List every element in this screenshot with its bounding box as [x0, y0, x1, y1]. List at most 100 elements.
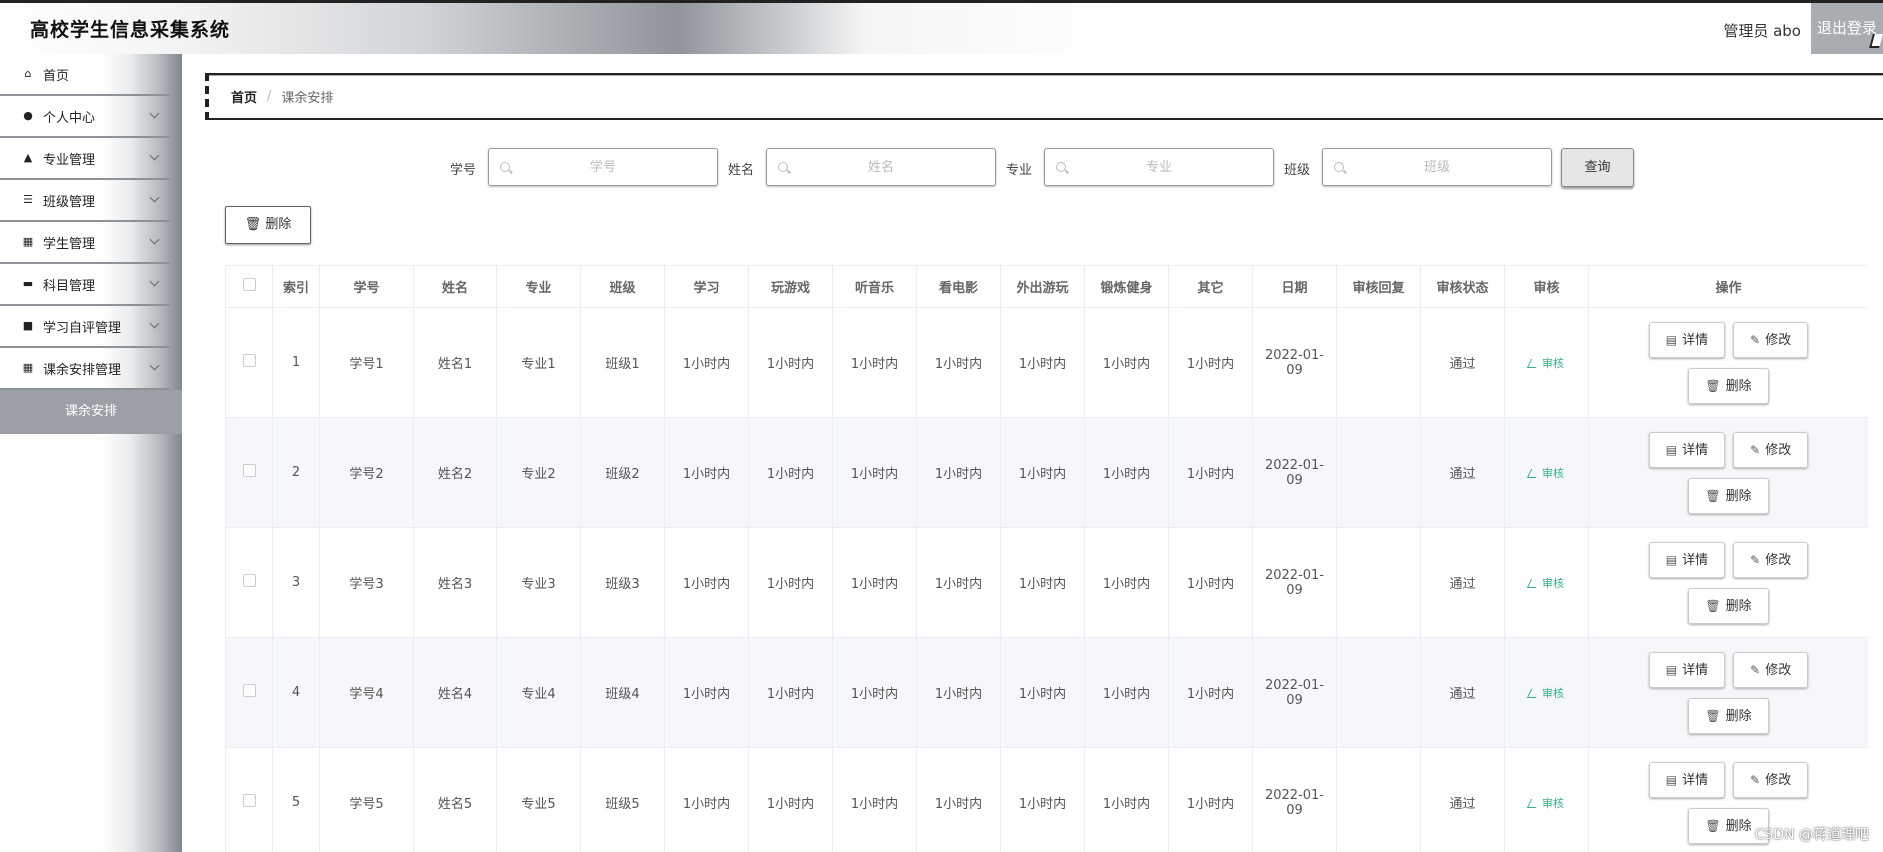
- cell-audit-status: 通过: [1420, 637, 1505, 748]
- audit-link[interactable]: 审核: [1526, 687, 1564, 700]
- row-select-cell[interactable]: [225, 747, 273, 852]
- name-input[interactable]: [767, 149, 995, 185]
- cell-audit-status: 通过: [1420, 527, 1505, 638]
- detail-button[interactable]: ▤ 详情: [1648, 651, 1726, 688]
- breadcrumb-home[interactable]: 首页: [231, 87, 257, 106]
- row-checkbox[interactable]: [242, 574, 256, 587]
- delete-button[interactable]: 🗑 删除: [1688, 697, 1769, 734]
- cell-game: 1小时内: [748, 637, 833, 748]
- class-input[interactable]: [1323, 149, 1551, 185]
- document-icon: ▤: [1665, 662, 1678, 677]
- app-title: 高校学生信息采集系统: [30, 19, 231, 41]
- cell-other: 1小时内: [1168, 747, 1253, 852]
- detail-button[interactable]: ▤ 详情: [1648, 541, 1726, 578]
- detail-button[interactable]: ▤ 详情: [1648, 761, 1726, 798]
- date-line-1: 2022-01-: [1264, 457, 1324, 473]
- cell-index: 2: [272, 417, 320, 528]
- data-table: 索引 学号 姓名 专业 班级 学习 玩游戏 听音乐 看电影 外出游玩 锻炼健身 …: [225, 265, 1868, 852]
- edit-button[interactable]: ✎ 修改: [1733, 761, 1809, 798]
- cell-audit-status: 通过: [1420, 417, 1505, 528]
- edit-button[interactable]: ✎ 修改: [1733, 541, 1809, 578]
- sidebar-subitem-extracurricular[interactable]: 课余安排: [0, 390, 182, 434]
- delete-button[interactable]: 🗑 删除: [1688, 477, 1769, 514]
- cell-index: 3: [272, 527, 320, 638]
- edit-button[interactable]: ✎ 修改: [1733, 651, 1809, 688]
- grid-icon: ▦: [22, 235, 34, 248]
- cell-outing: 1小时内: [1000, 527, 1085, 638]
- sidebar-item-class-management[interactable]: ☰ 班级管理: [0, 180, 170, 222]
- cell-study: 1小时内: [664, 747, 749, 852]
- edit-button[interactable]: ✎ 修改: [1733, 321, 1809, 358]
- cell-index: 5: [272, 747, 320, 852]
- row-checkbox[interactable]: [242, 794, 256, 807]
- search-field-class[interactable]: [1322, 148, 1552, 186]
- logout-button[interactable]: 退出登录: [1811, 3, 1883, 54]
- date-line-1: 2022-01-: [1264, 567, 1324, 583]
- search-field-name[interactable]: [766, 148, 996, 186]
- sidebar-item-personal-center[interactable]: ● 个人中心: [0, 96, 170, 138]
- row-select-cell[interactable]: [225, 637, 273, 748]
- cell-movie: 1小时内: [916, 637, 1001, 748]
- table-row: 2 学号2 姓名2 专业2 班级2 1小时内 1小时内 1小时内 1小时内 1小…: [225, 417, 1868, 528]
- column-header: 索引: [272, 265, 320, 308]
- row-checkbox[interactable]: [242, 354, 256, 367]
- delete-label: 删除: [1725, 818, 1752, 834]
- grid-icon: ▦: [22, 361, 34, 374]
- search-field-student-id[interactable]: [488, 148, 718, 186]
- row-checkbox[interactable]: [242, 684, 256, 697]
- search-field-major[interactable]: [1044, 148, 1274, 186]
- audit-link[interactable]: 审核: [1526, 796, 1564, 810]
- cell-music: 1小时内: [832, 307, 917, 418]
- major-input[interactable]: [1045, 149, 1273, 185]
- detail-label: 详情: [1682, 332, 1709, 348]
- trash-icon: 🗑: [1705, 378, 1721, 393]
- audit-label: 审核: [1542, 796, 1564, 810]
- home-icon: ⌂: [24, 67, 32, 80]
- row-checkbox[interactable]: [242, 464, 256, 477]
- trash-icon: 🗑: [244, 217, 262, 232]
- student-id-input[interactable]: [489, 149, 717, 185]
- table-row: 4 学号4 姓名4 专业4 班级4 1小时内 1小时内 1小时内 1小时内 1小…: [225, 637, 1868, 748]
- search-icon: [778, 162, 788, 172]
- sidebar-item-self-evaluation-management[interactable]: ■ 学习自评管理: [0, 306, 170, 348]
- column-header: 专业: [496, 265, 581, 308]
- detail-button[interactable]: ▤ 详情: [1648, 431, 1726, 468]
- detail-button[interactable]: ▤ 详情: [1648, 321, 1726, 358]
- cell-audit-status: 通过: [1420, 307, 1505, 418]
- edit-button[interactable]: ✎ 修改: [1733, 431, 1809, 468]
- row-select-cell[interactable]: [225, 527, 273, 638]
- audit-link[interactable]: 审核: [1526, 356, 1564, 370]
- bulk-delete-button[interactable]: 🗑 删除: [225, 206, 311, 244]
- select-all-checkbox[interactable]: [242, 278, 256, 291]
- cell-name: 姓名5: [413, 747, 497, 852]
- sidebar-item-home[interactable]: ⌂ 首页: [0, 54, 170, 96]
- sidebar-item-subject-management[interactable]: ▬ 科目管理: [0, 264, 170, 306]
- sidebar-item-extracurricular-management[interactable]: ▦ 课余安排管理: [0, 348, 170, 390]
- audit-link[interactable]: 审核: [1526, 467, 1564, 480]
- date-line-2: 09: [1286, 472, 1303, 488]
- sidebar-item-label: 学生管理: [43, 236, 96, 252]
- audit-label: 审核: [1542, 356, 1564, 370]
- search-icon: [500, 162, 510, 172]
- cell-actions: ▤ 详情 ✎ 修改 🗑 删除: [1588, 637, 1868, 748]
- detail-label: 详情: [1682, 772, 1709, 788]
- cell-date: 2022-01- 09: [1252, 307, 1337, 418]
- breadcrumb-separator: /: [267, 89, 272, 104]
- row-select-cell[interactable]: [225, 417, 273, 528]
- date-line-2: 09: [1286, 692, 1303, 708]
- audit-link[interactable]: 审核: [1526, 577, 1564, 590]
- delete-button[interactable]: 🗑 删除: [1688, 367, 1769, 404]
- sidebar-item-label: 班级管理: [43, 194, 96, 210]
- cell-exercise: 1小时内: [1084, 637, 1169, 748]
- delete-button[interactable]: 🗑 删除: [1688, 587, 1769, 624]
- sidebar-item-student-management[interactable]: ▦ 学生管理: [0, 222, 170, 264]
- date-line-2: 09: [1286, 362, 1303, 378]
- cell-actions: ▤ 详情 ✎ 修改 🗑 删除: [1588, 417, 1868, 528]
- cell-actions: ▤ 详情 ✎ 修改 🗑 删除: [1588, 527, 1868, 638]
- select-all-cell[interactable]: [225, 265, 273, 308]
- query-button[interactable]: 查询: [1561, 148, 1634, 187]
- row-actions: ▤ 详情 ✎ 修改 🗑 删除: [1644, 431, 1814, 514]
- row-select-cell[interactable]: [225, 307, 273, 418]
- edit-label: 修改: [1765, 772, 1792, 788]
- cell-audit-reply: [1336, 307, 1421, 418]
